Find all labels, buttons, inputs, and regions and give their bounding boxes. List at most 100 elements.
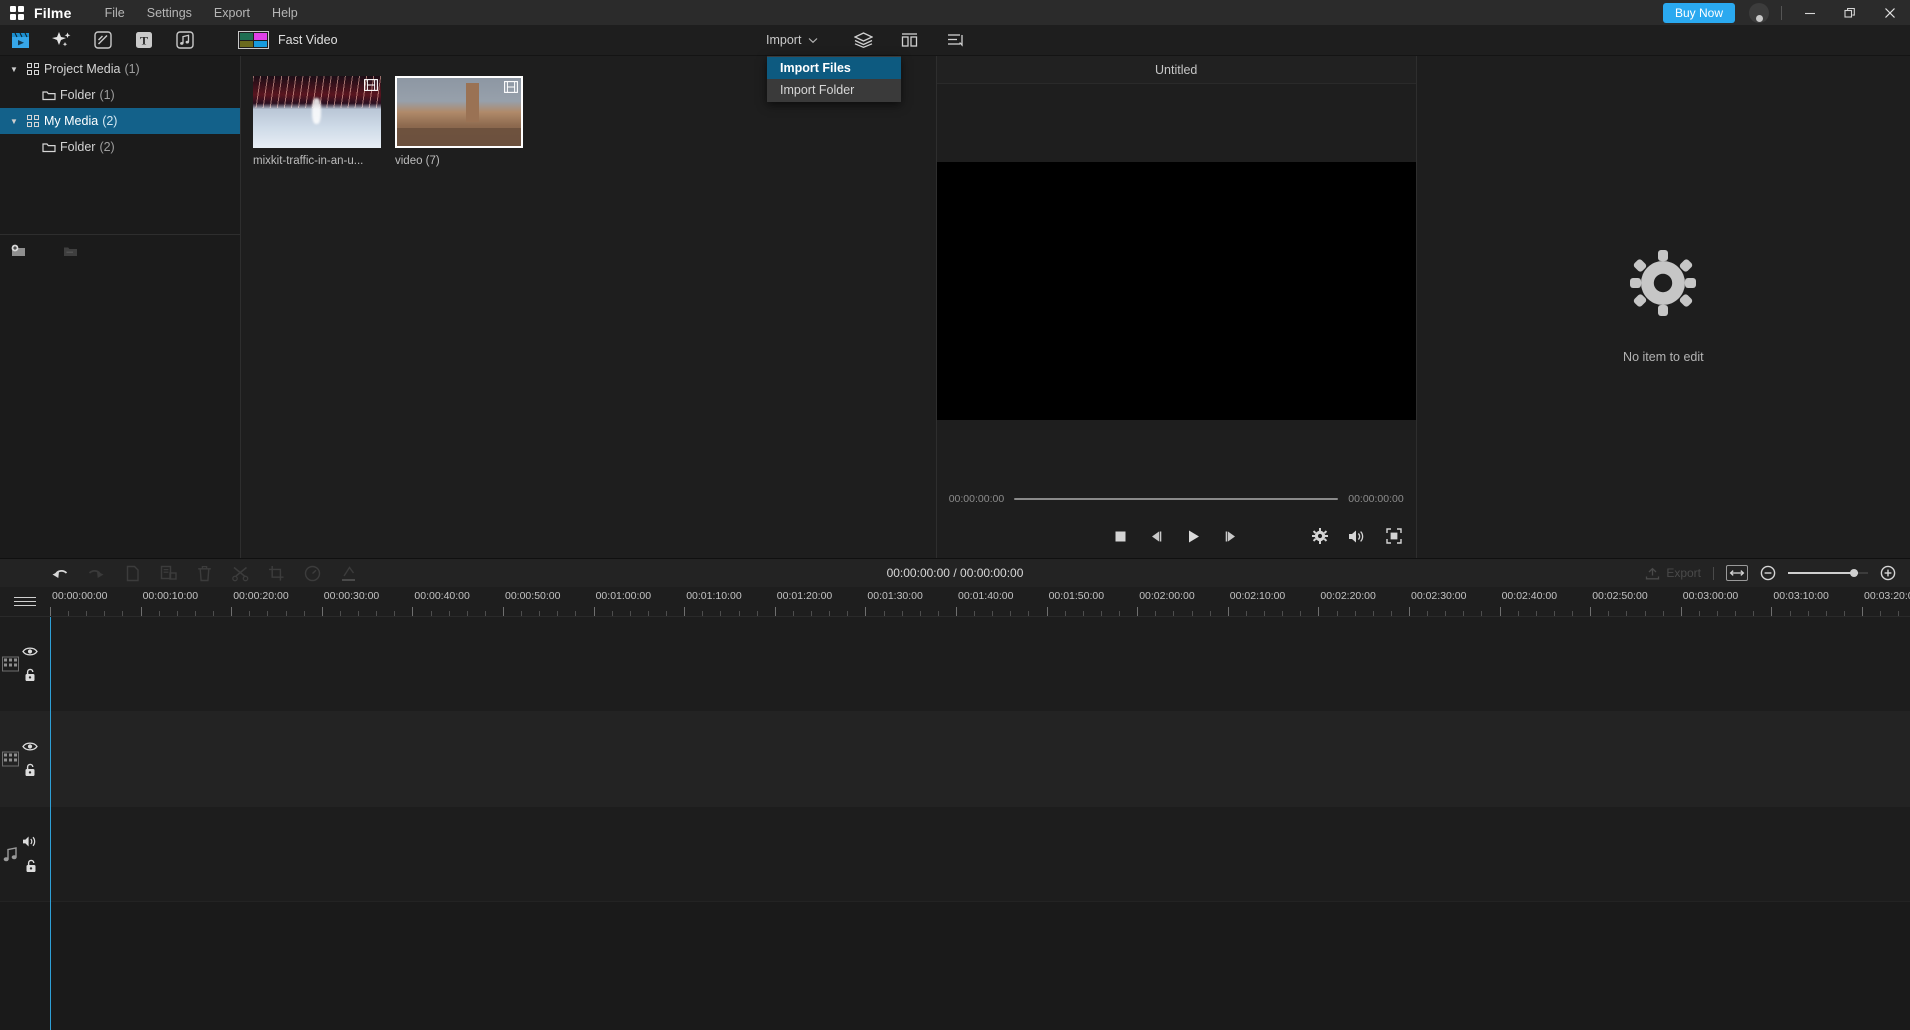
lock-toggle[interactable] xyxy=(24,859,38,873)
minimize-icon[interactable] xyxy=(1790,0,1830,25)
ruler-label: 00:02:20:00 xyxy=(1320,590,1376,602)
video-track-2[interactable] xyxy=(0,712,1910,807)
previous-frame-button[interactable] xyxy=(1149,530,1164,543)
export-button[interactable]: Export xyxy=(1645,566,1701,580)
sidebar-item-my-media[interactable]: ▼ My Media (2) xyxy=(0,108,240,134)
video-track-1[interactable] xyxy=(0,617,1910,712)
fast-video-tab[interactable]: Fast Video xyxy=(238,31,338,49)
buy-now-button[interactable]: Buy Now xyxy=(1662,2,1735,23)
track-clips-area[interactable] xyxy=(50,807,1910,901)
ruler-minor-tick xyxy=(647,611,649,616)
redo-button[interactable] xyxy=(86,563,106,583)
menu-item-import-folder[interactable]: Import Folder xyxy=(767,79,901,101)
grid-view-icon[interactable] xyxy=(892,25,926,56)
media-clapperboard-icon[interactable] xyxy=(0,25,41,56)
menu-help[interactable]: Help xyxy=(261,2,309,24)
ruler-minor-tick xyxy=(1807,611,1809,616)
ruler-label: 00:03:00:00 xyxy=(1682,590,1739,602)
import-button[interactable]: Import xyxy=(760,25,824,55)
ruler-label: 00:02:40:00 xyxy=(1501,590,1558,602)
ruler-minor-tick xyxy=(539,611,541,616)
text-title-icon[interactable]: T xyxy=(123,25,164,56)
speed-button[interactable] xyxy=(302,563,322,583)
preview-video-stage[interactable] xyxy=(936,162,1416,420)
media-thumbnail[interactable] xyxy=(253,76,381,148)
ruler-label: 00:00:30:00 xyxy=(323,590,380,602)
ruler-minor-tick xyxy=(339,611,341,616)
preview-scrub-bar[interactable] xyxy=(1014,498,1339,500)
media-item[interactable]: video (7) xyxy=(395,76,523,167)
zoom-out-icon[interactable] xyxy=(1760,565,1776,581)
eye-visibility-toggle[interactable] xyxy=(22,741,38,752)
next-frame-button[interactable] xyxy=(1223,530,1238,543)
caret-down-icon[interactable]: ▼ xyxy=(6,65,22,74)
audio-track-1[interactable] xyxy=(0,807,1910,902)
ruler-minor-tick xyxy=(1282,611,1284,616)
fullscreen-button[interactable] xyxy=(1386,528,1402,544)
track-clips-area[interactable] xyxy=(50,617,1910,711)
zoom-in-icon[interactable] xyxy=(1880,565,1896,581)
mute-toggle[interactable] xyxy=(22,835,39,848)
menu-item-import-files[interactable]: Import Files xyxy=(767,57,901,79)
fit-to-screen-icon[interactable] xyxy=(1726,565,1748,581)
timeline-ruler[interactable]: 00:00:00:00 00:00:10:00 00:00:20:00 00:00:3… xyxy=(0,587,1910,617)
copy-button[interactable] xyxy=(122,563,142,583)
sidebar-item-folder-2[interactable]: Folder (2) xyxy=(0,134,240,160)
volume-button[interactable] xyxy=(1348,529,1366,544)
ruler-minor-tick xyxy=(883,611,885,616)
undo-button[interactable] xyxy=(50,563,70,583)
import-dropdown-menu[interactable]: Import Files Import Folder xyxy=(767,56,901,102)
color-button[interactable] xyxy=(338,563,358,583)
menu-bar: File Settings Export Help xyxy=(94,2,309,24)
ruler-minor-tick xyxy=(1898,611,1900,616)
close-icon[interactable] xyxy=(1870,0,1910,25)
menu-settings[interactable]: Settings xyxy=(136,2,203,24)
ruler-minor-tick xyxy=(448,611,450,616)
layers-stack-icon[interactable] xyxy=(846,25,880,56)
sidebar-item-project-media[interactable]: ▼ Project Media (1) xyxy=(0,56,240,82)
transitions-icon[interactable] xyxy=(82,25,123,56)
ruler-major-tick xyxy=(1046,607,1048,616)
audio-music-icon[interactable] xyxy=(164,25,205,56)
menu-export[interactable]: Export xyxy=(203,2,261,24)
timeline-menu-icon[interactable] xyxy=(0,587,50,616)
add-folder-icon[interactable] xyxy=(6,240,30,262)
sidebar-item-folder-1[interactable]: Folder (1) xyxy=(0,82,240,108)
ruler-minor-tick xyxy=(720,611,722,616)
sort-list-icon[interactable] xyxy=(938,25,972,56)
menu-file[interactable]: File xyxy=(94,2,136,24)
ruler-minor-tick xyxy=(86,611,88,616)
track-clips-area[interactable] xyxy=(50,712,1910,806)
ruler-major-tick xyxy=(684,607,686,616)
play-button[interactable] xyxy=(1186,529,1201,544)
lock-toggle[interactable] xyxy=(23,763,37,777)
lock-toggle[interactable] xyxy=(23,668,37,682)
eye-visibility-toggle[interactable] xyxy=(22,646,38,657)
crop-button[interactable] xyxy=(266,563,286,583)
user-avatar-icon[interactable] xyxy=(1749,2,1769,23)
zoom-slider[interactable] xyxy=(1788,569,1868,577)
ruler-minor-tick xyxy=(194,611,196,616)
preview-settings-button[interactable] xyxy=(1311,528,1328,544)
delete-button[interactable] xyxy=(194,563,214,583)
ruler-track[interactable]: 00:00:00:00 00:00:10:00 00:00:20:00 00:00:3… xyxy=(50,587,1910,616)
remove-folder-icon[interactable] xyxy=(58,240,82,262)
preview-scrubber[interactable]: 00:00:00:00 00:00:00:00 xyxy=(937,484,1416,514)
split-button[interactable] xyxy=(230,563,250,583)
ruler-minor-tick xyxy=(1173,611,1175,616)
caret-down-icon[interactable]: ▼ xyxy=(6,117,22,126)
media-item[interactable]: mixkit-traffic-in-an-u... xyxy=(253,76,381,167)
duplicate-button[interactable] xyxy=(158,563,178,583)
restore-window-icon[interactable] xyxy=(1830,0,1870,25)
stop-button[interactable] xyxy=(1114,530,1127,543)
ruler-label: 00:00:00:00 xyxy=(52,590,108,602)
media-thumbnail[interactable] xyxy=(395,76,523,148)
main-area: ▼ Project Media (1) Folder (1) ▼ My Medi… xyxy=(0,56,1910,558)
filmstrip-icon xyxy=(2,656,19,672)
effects-magic-wand-icon[interactable] xyxy=(41,25,82,56)
zoom-slider-knob[interactable] xyxy=(1850,569,1858,577)
ruler-minor-tick xyxy=(1010,611,1012,616)
track-header xyxy=(0,617,50,711)
ruler-minor-tick xyxy=(285,611,287,616)
ruler-minor-tick xyxy=(847,611,849,616)
